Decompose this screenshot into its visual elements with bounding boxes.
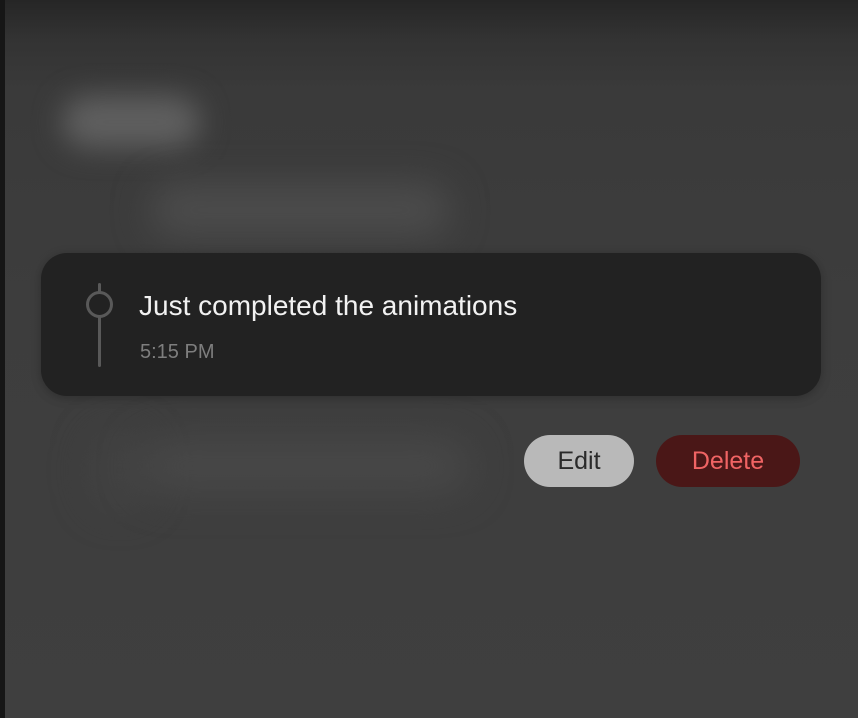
edit-button[interactable]: Edit bbox=[524, 435, 634, 487]
timeline-dot-icon bbox=[86, 291, 113, 318]
blurred-background-item bbox=[62, 96, 200, 148]
blurred-background-item bbox=[150, 184, 450, 236]
window-edge bbox=[0, 0, 5, 718]
entry-timestamp: 5:15 PM bbox=[140, 341, 215, 363]
entry-card bbox=[41, 253, 821, 396]
blurred-background-item bbox=[140, 440, 470, 492]
entry-text: Just completed the animations bbox=[139, 290, 518, 321]
delete-button[interactable]: Delete bbox=[656, 435, 800, 487]
screen: Just completed the animations 5:15 PM Ed… bbox=[0, 0, 858, 718]
timeline-icon bbox=[84, 283, 116, 367]
